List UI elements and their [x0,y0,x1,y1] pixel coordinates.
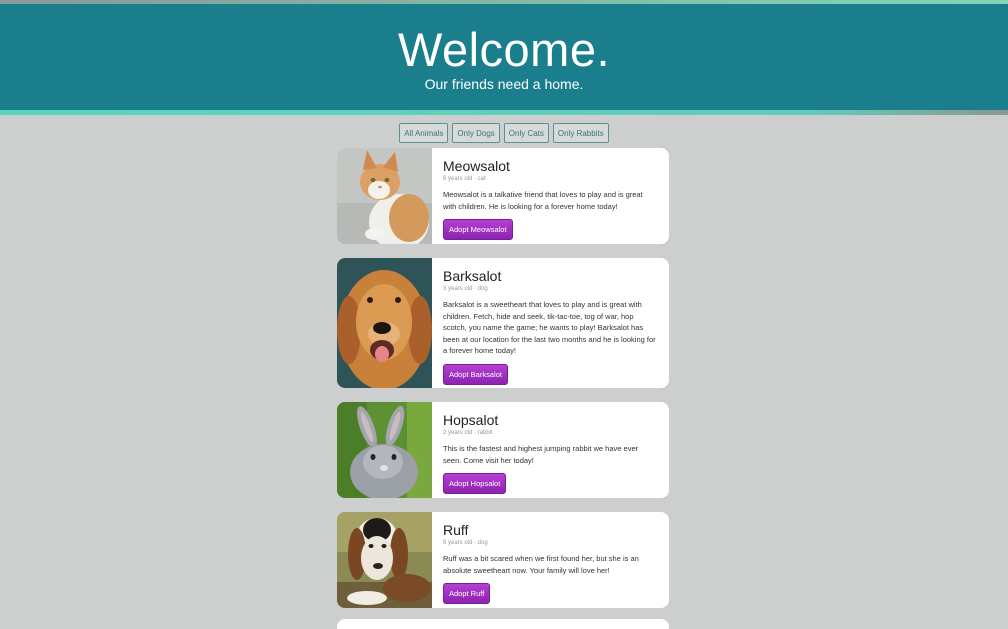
pet-card-hopsalot: Hopsalot 2 years old · rabbit This is th… [337,402,669,498]
filter-bar: All Animals Only Dogs Only Cats Only Rab… [0,123,1008,143]
adopt-barksalot-button[interactable]: Adopt Barksalot [443,363,508,385]
header-accent-bar [0,110,1008,115]
pet-meta: 6 years old · cat [443,176,486,182]
pet-card-next [337,619,669,629]
filter-only-cats-button[interactable]: Only Cats [503,123,549,143]
pet-card-ruff: Ruff 8 years old · dog Ruff was a bit sc… [337,512,669,608]
pet-description: Meowsalot is a talkative friend that lov… [443,190,643,211]
pet-meta: 2 years old · rabbit [443,430,493,436]
site-header: Welcome. Our friends need a home. [0,4,1008,110]
pet-description: Ruff was a bit scared when we first foun… [443,554,639,575]
basset-hound-photo [337,512,432,608]
pet-name: Barksalot [443,268,502,284]
rabbit-photo [337,402,432,498]
adopt-meowsalot-button[interactable]: Adopt Meowsalot [443,219,513,240]
pet-meta: 3 years old · dog [443,286,488,292]
pet-description: Barksalot is a sweetheart that loves to … [443,300,656,355]
golden-retriever-photo [337,258,432,388]
filter-all-animals-button[interactable]: All Animals [399,123,449,143]
cat-photo [337,148,432,244]
pet-name: Hopsalot [443,412,499,428]
pet-meta: 8 years old · dog [443,540,488,546]
pet-name: Meowsalot [443,158,510,174]
adopt-ruff-button[interactable]: Adopt Ruff [443,583,491,604]
page-subtitle: Our friends need a home. [424,76,584,92]
pet-card-meowsalot: Meowsalot 6 years old · cat Meowsalot is… [337,148,669,244]
filter-only-dogs-button[interactable]: Only Dogs [452,123,500,143]
adopt-hopsalot-button[interactable]: Adopt Hopsalot [443,473,507,494]
filter-only-rabbits-button[interactable]: Only Rabbits [552,123,609,143]
pet-description: This is the fastest and highest jumping … [443,444,639,465]
pet-card-barksalot: Barksalot 3 years old · dog Barksalot is… [337,258,669,388]
page-title: Welcome. [397,23,611,76]
pet-name: Ruff [443,522,469,538]
